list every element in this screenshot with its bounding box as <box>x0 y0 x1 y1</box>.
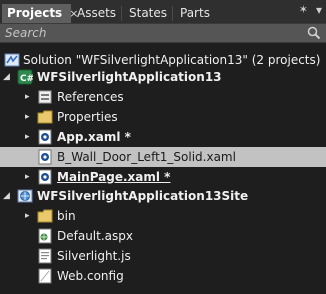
expand-arrow-icon[interactable]: ▸ <box>25 167 35 187</box>
tree-item-label: Default.aspx <box>57 229 133 243</box>
panel-menu-icon[interactable]: ▾ <box>316 3 322 17</box>
tree-item-label: WFSilverlightApplication13 <box>37 70 222 84</box>
tree-item-label: Silverlight.js <box>57 249 131 263</box>
folder-icon <box>37 110 53 124</box>
tree-item-label: App.xaml * <box>57 130 131 144</box>
tab-separator <box>121 6 122 21</box>
aspx-file-icon <box>38 228 52 244</box>
tab-projects-label: Projects <box>7 6 63 20</box>
tab-states[interactable]: States <box>129 4 167 23</box>
tab-parts[interactable]: Parts <box>180 4 210 23</box>
tree-item-web-project[interactable]: ◢ WFSilverlightApplication13Site <box>0 186 326 206</box>
tab-bar: Projects × Assets States Parts ✶ ▾ <box>0 0 326 23</box>
expand-arrow-icon[interactable]: ▸ <box>25 206 35 226</box>
tab-separator <box>172 6 173 21</box>
tree-item-mainpage-xaml[interactable]: ▸ MainPage.xaml * <box>0 167 326 187</box>
config-file-icon <box>38 268 52 284</box>
tab-states-label: States <box>129 6 168 20</box>
pin-icon[interactable]: ✶ <box>299 3 308 16</box>
search-icon[interactable] <box>307 26 321 40</box>
search-bar <box>0 23 326 43</box>
tree-item-label: References <box>57 90 124 104</box>
expand-arrow-icon[interactable]: ▸ <box>25 127 35 147</box>
tree-item-bin[interactable]: ▸ bin <box>0 206 326 226</box>
tree-item-label: Properties <box>57 110 118 124</box>
solution-icon <box>4 53 20 67</box>
collapse-arrow-icon[interactable]: ◢ <box>3 67 13 87</box>
tree-item-label: B_Wall_Door_Left1_Solid.xaml <box>57 150 236 164</box>
tree-item-label: Web.config <box>57 269 124 283</box>
tree-item-references[interactable]: ▸ References <box>0 87 326 107</box>
tree-item-label: MainPage.xaml * <box>57 170 171 184</box>
collapse-arrow-icon[interactable]: ◢ <box>3 186 13 206</box>
tree-item-app-xaml[interactable]: ▸ App.xaml * <box>0 127 326 147</box>
search-input[interactable] <box>0 24 305 42</box>
xaml-file-icon <box>38 129 52 145</box>
tab-assets[interactable]: Assets <box>77 4 116 23</box>
tab-assets-label: Assets <box>77 6 117 20</box>
expand-arrow-icon[interactable]: ▸ <box>25 107 35 127</box>
tree-item-project[interactable]: ◢ C# WFSilverlightApplication13 <box>0 67 326 87</box>
tab-projects[interactable]: Projects × <box>2 4 78 23</box>
web-project-icon <box>17 189 33 203</box>
project-icon: C# <box>17 69 33 85</box>
xaml-file-icon <box>38 169 52 185</box>
tree-item-silverlight-js[interactable]: Silverlight.js <box>0 246 326 266</box>
expand-arrow-icon[interactable]: ▸ <box>25 87 35 107</box>
tree-item-properties[interactable]: ▸ Properties <box>0 107 326 127</box>
tree-item-selected-xaml[interactable]: B_Wall_Door_Left1_Solid.xaml <box>0 147 326 167</box>
references-icon <box>38 90 52 104</box>
tree-item-label: WFSilverlightApplication13Site <box>37 189 249 203</box>
xaml-file-icon <box>38 149 52 165</box>
folder-icon <box>37 209 53 223</box>
tree-item-label: bin <box>57 209 76 223</box>
tree-item-default-aspx[interactable]: Default.aspx <box>0 226 326 246</box>
js-file-icon <box>38 248 52 264</box>
tree-item-web-config[interactable]: Web.config <box>0 266 326 286</box>
tab-parts-label: Parts <box>180 6 210 20</box>
svg-text:C#: C# <box>20 74 33 84</box>
